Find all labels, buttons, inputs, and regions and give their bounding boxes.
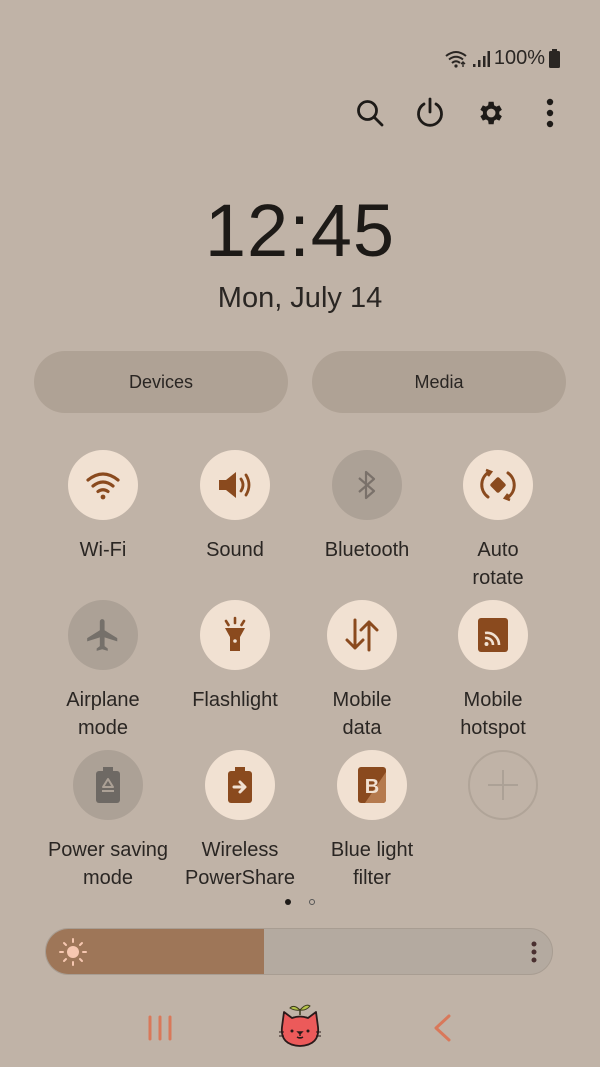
cat-home-icon: [279, 1004, 321, 1047]
tile-wireless-powershare[interactable]: Wireless PowerShare: [174, 750, 306, 892]
tile-label: Mobile hotspot: [460, 689, 526, 739]
recents-button[interactable]: [140, 1010, 180, 1046]
clock-time[interactable]: 12:45: [0, 188, 600, 273]
bluetooth-icon: [358, 470, 376, 500]
tile-sound-toggle[interactable]: [200, 450, 270, 520]
tile-label: Mobile data: [332, 689, 392, 739]
tile-label: Wireless PowerShare: [184, 839, 296, 889]
tile-auto-rotate[interactable]: Auto rotate: [432, 450, 564, 592]
airplane-icon: [87, 619, 118, 651]
signal-icon: [472, 50, 490, 67]
status-bar: 100%: [444, 47, 560, 70]
battery-icon: [549, 49, 560, 68]
tile-label: Airplane mode: [66, 689, 140, 739]
tile-add[interactable]: [437, 750, 569, 820]
hotspot-icon: [478, 618, 508, 652]
plus-icon: [488, 770, 518, 800]
back-chevron-icon: [434, 1014, 451, 1042]
speaker-icon: [219, 472, 251, 498]
auto-rotate-icon: [480, 468, 516, 502]
devices-button[interactable]: Devices: [34, 351, 288, 413]
tile-power-saving-mode[interactable]: Power saving mode: [42, 750, 174, 892]
tile-wifi[interactable]: Wi-Fi: [37, 450, 169, 564]
wireless-powershare-icon: [228, 767, 252, 803]
tile-bluetooth-toggle[interactable]: [332, 450, 402, 520]
tile-sound[interactable]: Sound: [169, 450, 301, 564]
tile-mobile-data[interactable]: Mobile data: [296, 600, 428, 742]
power-button[interactable]: [414, 94, 446, 132]
search-icon: [357, 100, 384, 127]
tile-wireless-powershare-toggle[interactable]: [205, 750, 275, 820]
clock-date[interactable]: Mon, July 14: [0, 282, 600, 315]
brightness-slider[interactable]: [45, 928, 553, 975]
sun-icon: [59, 938, 87, 966]
gear-icon: [480, 101, 502, 125]
tile-flashlight-toggle[interactable]: [200, 600, 270, 670]
more-options-button[interactable]: [534, 94, 566, 132]
navigation-bar: [0, 1000, 600, 1056]
power-icon: [417, 97, 443, 127]
tile-label: Power saving mode: [47, 839, 169, 889]
tile-label: Bluetooth: [324, 539, 410, 561]
svg-text:B: B: [365, 776, 379, 798]
more-vertical-icon: [546, 98, 554, 128]
wifi-icon: [445, 50, 467, 68]
mobile-data-icon: [345, 618, 379, 652]
tile-wifi-toggle[interactable]: [68, 450, 138, 520]
tile-power-saving-mode-toggle[interactable]: [73, 750, 143, 820]
page-indicator: [0, 899, 600, 905]
brightness-more-icon[interactable]: [530, 940, 538, 964]
tile-blue-light-filter-toggle[interactable]: B: [337, 750, 407, 820]
power-saving-icon: [96, 767, 120, 803]
home-button[interactable]: [274, 1000, 326, 1052]
tile-label: Sound: [206, 539, 264, 561]
media-button[interactable]: Media: [312, 351, 566, 413]
tile-mobile-data-toggle[interactable]: [327, 600, 397, 670]
page-dot-2[interactable]: [309, 899, 315, 905]
tile-airplane-mode[interactable]: Airplane mode: [37, 600, 169, 742]
tile-bluetooth[interactable]: Bluetooth: [301, 450, 433, 564]
tile-mobile-hotspot[interactable]: Mobile hotspot: [427, 600, 559, 742]
blue-light-filter-icon: B: [358, 767, 386, 803]
search-button[interactable]: [354, 94, 386, 132]
flashlight-icon: [224, 616, 246, 651]
tile-label: Wi-Fi: [79, 539, 127, 561]
tile-flashlight[interactable]: Flashlight: [169, 600, 301, 714]
wifi-icon: [86, 472, 120, 500]
battery-percentage: 100%: [493, 47, 545, 69]
back-button[interactable]: [422, 1010, 462, 1046]
page-dot-1[interactable]: [285, 899, 291, 905]
tile-mobile-hotspot-toggle[interactable]: [458, 600, 528, 670]
tile-label: Flashlight: [192, 689, 278, 711]
tile-auto-rotate-toggle[interactable]: [463, 450, 533, 520]
tile-airplane-mode-toggle[interactable]: [68, 600, 138, 670]
recents-icon: [148, 1015, 172, 1041]
settings-button[interactable]: [474, 94, 506, 132]
quick-panel-toolbar: [354, 94, 566, 132]
tile-label: Blue light filter: [330, 839, 414, 889]
tile-blue-light-filter[interactable]: B Blue light filter: [306, 750, 438, 892]
add-tile-button[interactable]: [468, 750, 538, 820]
tile-label: Auto rotate: [472, 539, 524, 589]
